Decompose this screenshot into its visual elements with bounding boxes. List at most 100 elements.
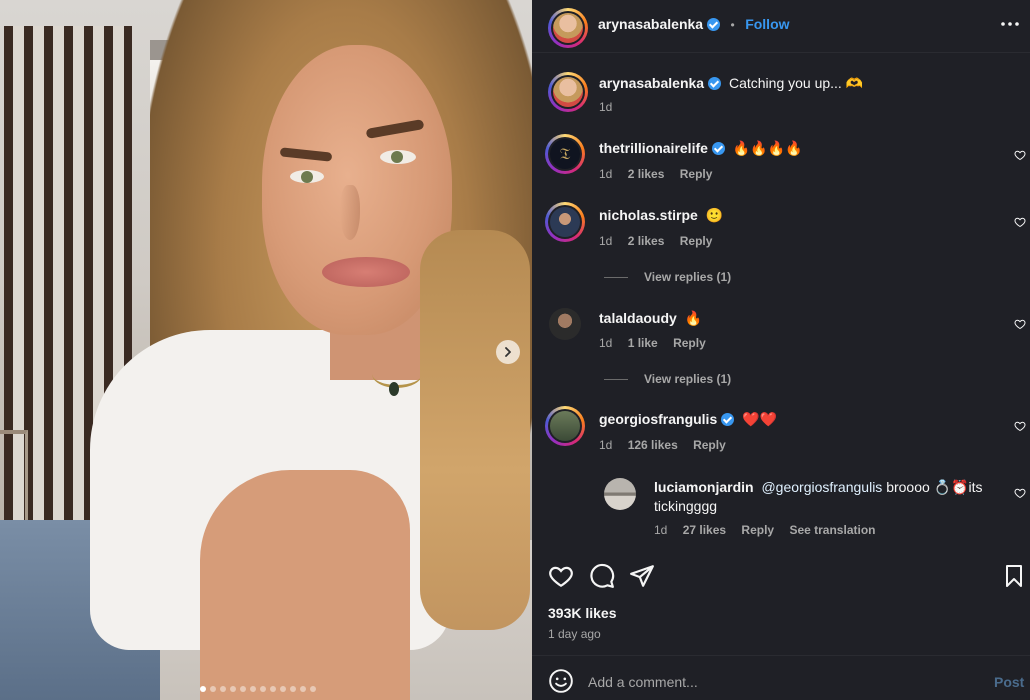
carousel-next-button[interactable] xyxy=(496,340,520,364)
carousel-indicator xyxy=(200,686,316,692)
comment-time: 1d xyxy=(599,167,613,181)
commenter-avatar[interactable] xyxy=(545,406,585,446)
share-button[interactable] xyxy=(629,563,655,589)
comment-likes[interactable]: 1 like xyxy=(628,336,658,350)
author-username[interactable]: arynasabalenka xyxy=(598,16,703,32)
post-image xyxy=(0,0,532,700)
caption-text: Catching you up... 🫶 xyxy=(728,75,864,91)
caption: arynasabalenka Catching you up... 🫶 xyxy=(599,75,999,92)
carousel-dot xyxy=(230,686,236,692)
carousel-dot xyxy=(220,686,226,692)
see-translation-button[interactable]: See translation xyxy=(789,523,875,537)
pendant xyxy=(389,382,399,396)
commenter-avatar[interactable] xyxy=(545,202,585,242)
heart-icon xyxy=(549,566,573,588)
nose xyxy=(340,185,360,240)
reply-button[interactable]: Reply xyxy=(741,523,774,537)
eye-right xyxy=(380,150,416,164)
carousel-dot xyxy=(200,686,206,692)
arm xyxy=(200,470,410,700)
view-replies-button[interactable]: View replies (1) xyxy=(604,372,731,386)
like-heart-icon[interactable] xyxy=(1014,149,1026,161)
carousel-dot xyxy=(310,686,316,692)
verified-badge-icon xyxy=(707,18,721,31)
carousel-dot xyxy=(300,686,306,692)
hair-strand xyxy=(420,230,530,630)
comment-row: georgiosfrangulis ❤️❤️ xyxy=(599,411,777,428)
comment-text: 🔥🔥🔥🔥 xyxy=(732,140,803,156)
comment-input[interactable] xyxy=(588,671,928,693)
carousel-dot xyxy=(210,686,216,692)
replies-line xyxy=(604,277,628,279)
save-button[interactable] xyxy=(1002,563,1026,589)
reply-button[interactable]: Reply xyxy=(680,167,713,181)
reply-avatar[interactable] xyxy=(604,478,636,510)
comment-row: thetrillionairelife 🔥🔥🔥🔥 xyxy=(599,140,803,157)
carousel-dot xyxy=(270,686,276,692)
comment-button[interactable] xyxy=(589,563,615,589)
verified-badge-icon xyxy=(721,413,735,426)
like-count[interactable]: 393K likes xyxy=(548,605,617,621)
comment-time: 1d xyxy=(599,234,613,248)
comment-row: talaldaoudy 🔥 xyxy=(599,310,702,327)
caption-time: 1d xyxy=(599,100,613,114)
reply-row: luciamonjardin @georgiosfrangulis broooo… xyxy=(654,478,994,516)
composer-divider xyxy=(532,655,1030,656)
post-details-panel: arynasabalenka • Follow arynasabalenka C… xyxy=(532,0,1030,700)
comment-text: 🙂 xyxy=(705,207,724,223)
caption-avatar[interactable] xyxy=(548,72,588,112)
like-heart-icon[interactable] xyxy=(1014,420,1026,432)
comment-username[interactable]: nicholas.stirpe xyxy=(599,207,698,223)
comment-time: 1d xyxy=(599,336,613,350)
chevron-right-icon xyxy=(505,347,511,357)
reply-time: 1d xyxy=(654,523,668,537)
comment-text: ❤️❤️ xyxy=(742,411,777,427)
post-time: 1 day ago xyxy=(548,627,601,641)
like-heart-icon[interactable] xyxy=(1014,318,1026,330)
comment-username[interactable]: thetrillionairelife xyxy=(599,140,708,156)
like-button[interactable] xyxy=(548,563,574,589)
emoji-button[interactable] xyxy=(548,668,574,694)
mention-link[interactable]: @georgiosfrangulis xyxy=(761,479,882,495)
more-icon xyxy=(1001,22,1019,26)
header-divider xyxy=(532,52,1030,53)
verified-badge-icon xyxy=(711,142,725,155)
replies-line xyxy=(604,379,628,381)
carousel-dot xyxy=(290,686,296,692)
reply-likes[interactable]: 27 likes xyxy=(683,523,726,537)
view-replies-button[interactable]: View replies (1) xyxy=(604,270,731,284)
comment-username[interactable]: talaldaoudy xyxy=(599,310,677,326)
comment-time: 1d xyxy=(599,438,613,452)
send-icon xyxy=(630,565,654,587)
reply-button[interactable]: Reply xyxy=(680,234,713,248)
dot-separator: • xyxy=(730,18,735,32)
post-comment-button[interactable]: Post xyxy=(994,674,1024,690)
emoji-icon xyxy=(549,669,573,693)
verified-badge-icon xyxy=(708,77,722,90)
commenter-avatar[interactable] xyxy=(549,308,581,340)
author-avatar[interactable] xyxy=(548,8,588,48)
comment-text: 🔥 xyxy=(684,310,703,326)
bookmark-icon xyxy=(1006,565,1022,587)
like-heart-icon[interactable] xyxy=(1014,216,1026,228)
eye-left xyxy=(290,170,324,183)
carousel-dot xyxy=(280,686,286,692)
comment-icon xyxy=(590,563,615,588)
reply-button[interactable]: Reply xyxy=(693,438,726,452)
comment-likes[interactable]: 126 likes xyxy=(628,438,678,452)
follow-button[interactable]: Follow xyxy=(745,16,789,32)
comment-likes[interactable]: 2 likes xyxy=(628,234,665,248)
like-heart-icon[interactable] xyxy=(1014,487,1026,499)
caption-username[interactable]: arynasabalenka xyxy=(599,75,704,91)
reply-username[interactable]: luciamonjardin xyxy=(654,479,754,495)
carousel-dot xyxy=(260,686,266,692)
reply-button[interactable]: Reply xyxy=(673,336,706,350)
comment-username[interactable]: georgiosfrangulis xyxy=(599,411,717,427)
commenter-avatar[interactable]: 𝔗 xyxy=(545,134,585,174)
carousel-dot xyxy=(250,686,256,692)
comment-likes[interactable]: 2 likes xyxy=(628,167,665,181)
comment-row: nicholas.stirpe 🙂 xyxy=(599,207,723,224)
more-options-button[interactable] xyxy=(1000,14,1020,34)
carousel-dot xyxy=(240,686,246,692)
lips xyxy=(322,257,410,287)
